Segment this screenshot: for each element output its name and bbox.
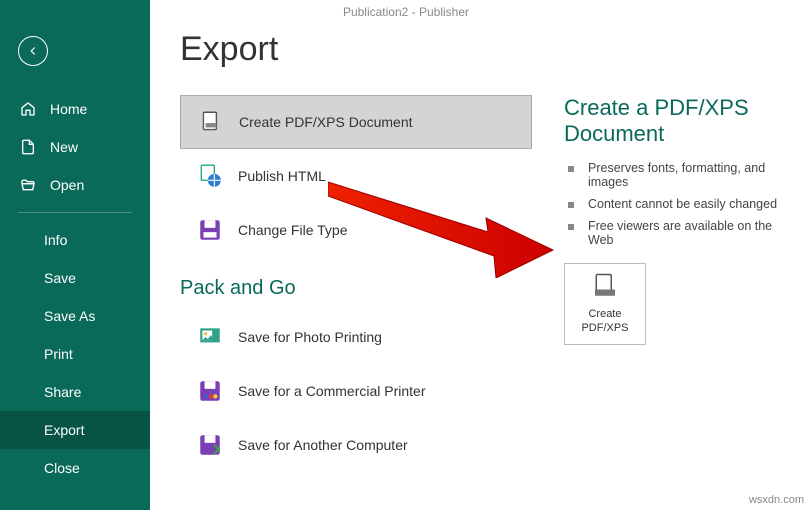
bullet-icon xyxy=(568,224,574,230)
bullet-icon xyxy=(568,202,574,208)
bullet-icon xyxy=(568,166,574,172)
nav-save[interactable]: Save xyxy=(0,259,150,297)
export-options-column: Create PDF/XPS Document Publish HTML Cha… xyxy=(180,95,532,472)
nav-open[interactable]: Open xyxy=(0,166,150,204)
page-title: Export xyxy=(180,30,782,69)
option-save-another-computer[interactable]: Save for Another Computer xyxy=(180,418,532,472)
nav-info[interactable]: Info xyxy=(0,221,150,259)
details-bullet: Free viewers are available on the Web xyxy=(564,219,782,247)
folder-open-icon xyxy=(20,177,36,193)
document-icon xyxy=(20,139,36,155)
nav-open-label: Open xyxy=(50,177,84,193)
back-arrow-icon xyxy=(26,44,40,58)
option-create-pdf-xps[interactable]: Create PDF/XPS Document xyxy=(180,95,532,149)
commercial-printer-icon xyxy=(197,378,223,404)
option-label: Change File Type xyxy=(238,222,347,238)
save-disk-icon xyxy=(197,217,223,243)
nav-home[interactable]: Home xyxy=(0,90,150,128)
watermark: wsxdn.com xyxy=(749,494,804,506)
details-bullet: Preserves fonts, formatting, and images xyxy=(564,161,782,189)
details-title: Create a PDF/XPS Document xyxy=(564,95,782,147)
create-pdf-xps-button[interactable]: Create PDF/XPS xyxy=(564,263,646,345)
option-save-photo-printing[interactable]: Save for Photo Printing xyxy=(180,310,532,364)
nav-new-label: New xyxy=(50,139,78,155)
sidebar: Home New Open Info Save Save As Print Sh… xyxy=(0,0,150,510)
create-btn-line1: Create xyxy=(588,308,621,320)
pack-and-go-heading: Pack and Go xyxy=(180,277,532,300)
option-save-commercial-printer[interactable]: Save for a Commercial Printer xyxy=(180,364,532,418)
save-another-computer-icon xyxy=(197,432,223,458)
option-publish-html[interactable]: Publish HTML xyxy=(180,149,532,203)
html-globe-icon xyxy=(197,163,223,189)
export-details-column: Create a PDF/XPS Document Preserves font… xyxy=(532,95,782,472)
details-bullet: Content cannot be easily changed xyxy=(564,197,782,211)
nav-home-label: Home xyxy=(50,101,87,117)
option-label: Save for a Commercial Printer xyxy=(238,383,426,399)
option-label: Save for Another Computer xyxy=(238,437,408,453)
create-btn-line2: PDF/XPS xyxy=(581,322,628,334)
option-label: Create PDF/XPS Document xyxy=(239,114,413,130)
nav-new[interactable]: New xyxy=(0,128,150,166)
nav-divider xyxy=(18,212,132,213)
nav-close[interactable]: Close xyxy=(0,449,150,487)
main-content: Export Create PDF/XPS Document Publish H… xyxy=(150,0,812,510)
back-button[interactable] xyxy=(18,36,48,66)
nav-share[interactable]: Share xyxy=(0,373,150,411)
pdf-document-icon xyxy=(198,109,224,135)
option-label: Save for Photo Printing xyxy=(238,329,382,345)
nav-export[interactable]: Export xyxy=(0,411,150,449)
home-icon xyxy=(20,101,36,117)
photo-printing-icon xyxy=(197,324,223,350)
option-change-file-type[interactable]: Change File Type xyxy=(180,203,532,257)
pdf-export-icon xyxy=(590,272,620,302)
nav-save-as[interactable]: Save As xyxy=(0,297,150,335)
nav-print[interactable]: Print xyxy=(0,335,150,373)
option-label: Publish HTML xyxy=(238,168,326,184)
